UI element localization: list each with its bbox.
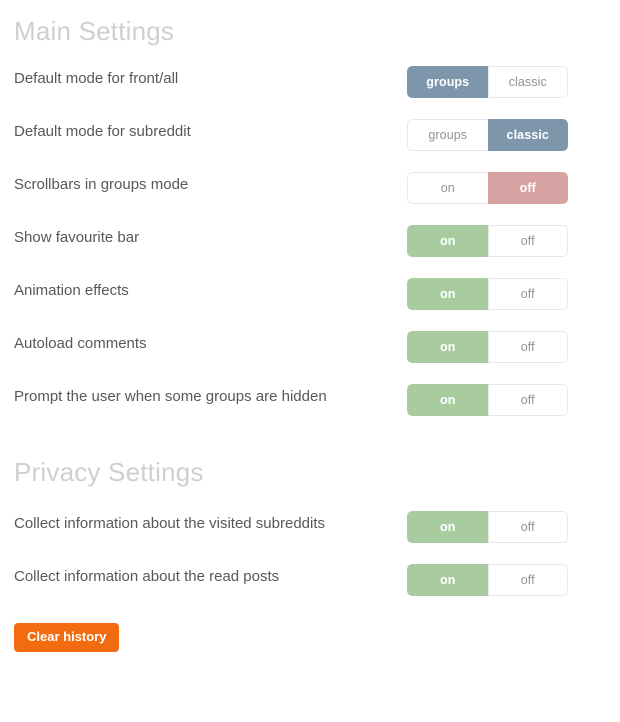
main-setting-toggle-1-left-segment[interactable]: groups — [407, 119, 488, 151]
privacy-setting-toggle-1-right-segment[interactable]: off — [487, 564, 568, 596]
privacy-setting-toggle-0-left-segment[interactable]: on — [407, 511, 488, 543]
main-setting-toggle-6-right-segment[interactable]: off — [487, 384, 568, 416]
privacy-setting-label-0: Collect information about the visited su… — [14, 515, 326, 532]
main-setting-toggle-6-left-segment[interactable]: on — [407, 384, 488, 416]
main-setting-toggle-5-right-segment[interactable]: off — [487, 331, 568, 363]
setting-row: Default mode for subreddit groups classic — [0, 119, 620, 172]
main-setting-label-6: Prompt the user when some groups are hid… — [14, 388, 327, 405]
main-setting-toggle-5[interactable]: on off — [407, 331, 568, 363]
privacy-setting-toggle-0[interactable]: on off — [407, 511, 568, 543]
settings-page: Main Settings Default mode for front/all… — [0, 0, 620, 722]
main-setting-toggle-3[interactable]: on off — [407, 225, 568, 257]
main-setting-label-2: Scrollbars in groups mode — [14, 176, 189, 193]
main-setting-toggle-3-right-segment[interactable]: off — [487, 225, 568, 257]
privacy-setting-toggle-1[interactable]: on off — [407, 564, 568, 596]
setting-row: Collect information about the read posts… — [0, 564, 620, 617]
main-setting-label-0: Default mode for front/all — [14, 70, 179, 87]
main-setting-label-4: Animation effects — [14, 282, 129, 299]
setting-row: Animation effects on off — [0, 278, 620, 331]
main-settings-list: Default mode for front/all groups classic D… — [0, 66, 620, 437]
main-setting-toggle-5-left-segment[interactable]: on — [407, 331, 488, 363]
main-setting-label-5: Autoload comments — [14, 335, 147, 352]
setting-row: Default mode for front/all groups classic — [0, 66, 620, 119]
main-setting-label-1: Default mode for subreddit — [14, 123, 191, 140]
privacy-setting-toggle-0-right-segment[interactable]: off — [487, 511, 568, 543]
main-setting-toggle-6[interactable]: on off — [407, 384, 568, 416]
privacy-settings-heading: Privacy Settings — [14, 457, 204, 487]
setting-row: Prompt the user when some groups are hid… — [0, 384, 620, 437]
setting-row: Scrollbars in groups mode on off — [0, 172, 620, 225]
privacy-setting-toggle-1-left-segment[interactable]: on — [407, 564, 488, 596]
setting-row: Show favourite bar on off — [0, 225, 620, 278]
main-setting-toggle-0[interactable]: groups classic — [407, 66, 568, 98]
setting-row: Collect information about the visited su… — [0, 511, 620, 564]
main-setting-toggle-4-right-segment[interactable]: off — [487, 278, 568, 310]
main-setting-toggle-3-left-segment[interactable]: on — [407, 225, 488, 257]
main-setting-toggle-4[interactable]: on off — [407, 278, 568, 310]
main-settings-heading: Main Settings — [14, 16, 175, 46]
main-setting-toggle-0-right-segment[interactable]: classic — [487, 66, 568, 98]
main-setting-toggle-1-right-segment[interactable]: classic — [487, 119, 568, 151]
main-setting-toggle-0-left-segment[interactable]: groups — [407, 66, 488, 98]
setting-row: Autoload comments on off — [0, 331, 620, 384]
privacy-settings-list: Collect information about the visited su… — [0, 511, 620, 617]
main-setting-toggle-2-left-segment[interactable]: on — [407, 172, 488, 204]
main-setting-toggle-2-right-segment[interactable]: off — [487, 172, 568, 204]
main-setting-label-3: Show favourite bar — [14, 229, 140, 246]
main-setting-toggle-1[interactable]: groups classic — [407, 119, 568, 151]
main-setting-toggle-4-left-segment[interactable]: on — [407, 278, 488, 310]
main-setting-toggle-2[interactable]: on off — [407, 172, 568, 204]
privacy-setting-label-1: Collect information about the read posts — [14, 568, 280, 585]
clear-history-button[interactable]: Clear history — [14, 623, 120, 653]
